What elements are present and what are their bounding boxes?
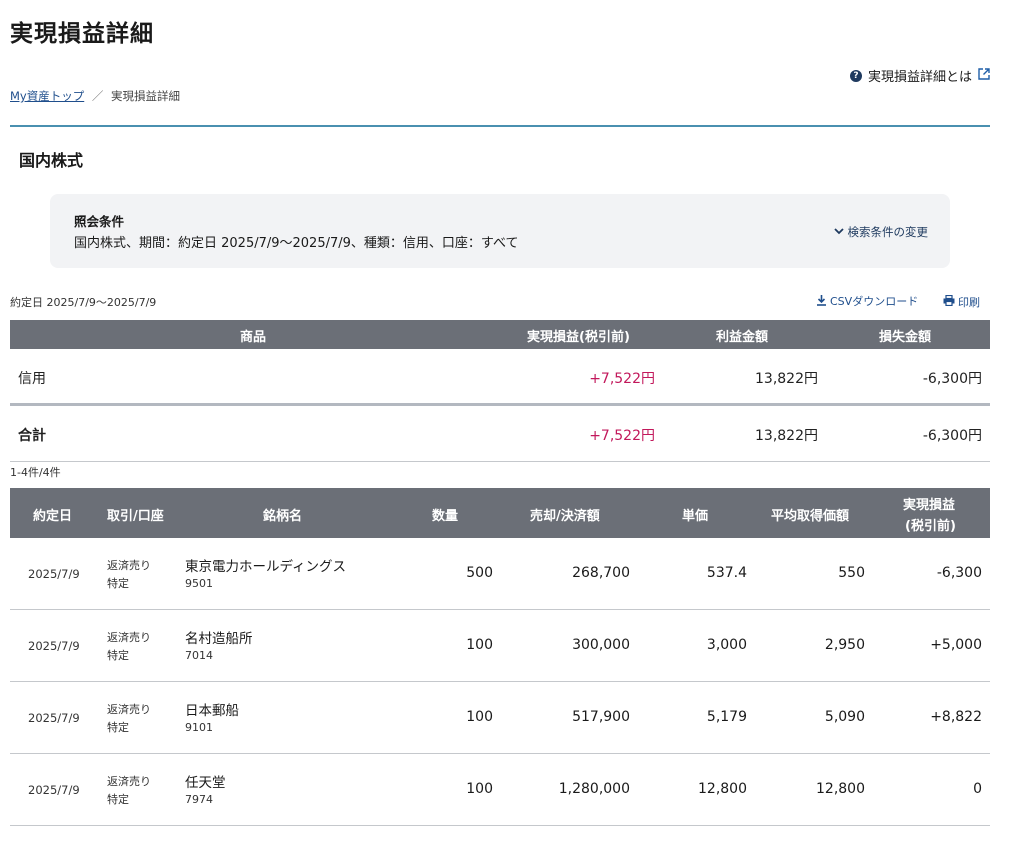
summary-row: 信用 +7,522円 13,822円 -6,300円 (10, 350, 990, 406)
row-amount: 517,900 (572, 709, 630, 725)
summary-col-loss: 損失金額 (879, 330, 932, 345)
row-price: 12,800 (698, 781, 747, 797)
summary-total-label: 合計 (18, 428, 46, 444)
date-range-text: 約定日 2025/7/9〜2025/7/9 (10, 296, 157, 309)
summary-total-loss: -6,300円 (922, 428, 982, 444)
csv-download-button[interactable]: CSVダウンロード (816, 293, 918, 309)
row-qty: 100 (466, 709, 493, 725)
breadcrumb-separator: ／ (91, 89, 104, 103)
row-name: 日本郵船 (185, 703, 239, 719)
summary-col-profit: 利益金額 (716, 330, 769, 345)
col-amount: 売却/決済額 (530, 509, 600, 524)
summary-total-pl: +7,522円 (589, 428, 655, 444)
row-qty: 100 (466, 637, 493, 653)
row-trade: 返済売り (107, 703, 151, 716)
row-account: 特定 (107, 649, 129, 662)
summary-table-header: 商品 実現損益(税引前) 利益金額 損失金額 (10, 320, 990, 349)
summary-profit: 13,822円 (755, 371, 818, 387)
row-date: 2025/7/9 (28, 711, 80, 725)
row-pl: +8,822 (930, 709, 982, 725)
row-code: 9501 (185, 577, 213, 590)
col-pl-line1: 実現損益 (903, 498, 956, 513)
row-qty: 100 (466, 781, 493, 797)
summary-col-pl: 実現損益(税引前) (527, 330, 630, 345)
result-count: 1-4件/4件 (10, 466, 61, 479)
col-price: 単価 (682, 509, 709, 524)
row-amount: 1,280,000 (558, 781, 630, 797)
row-account: 特定 (107, 793, 129, 806)
col-avg: 平均取得価額 (771, 509, 850, 524)
conditions-text: 国内株式、期間：約定日 2025/7/9〜2025/7/9、種類：信用、口座：す… (74, 236, 519, 251)
row-avg: 2,950 (824, 637, 865, 653)
row-code: 9101 (185, 721, 213, 734)
summary-pl: +7,522円 (589, 371, 655, 387)
row-pl: -6,300 (936, 565, 982, 581)
row-amount: 268,700 (572, 565, 630, 581)
page-title: 実現損益詳細 (10, 21, 154, 47)
change-conditions-button[interactable]: 検索条件の変更 (833, 224, 929, 240)
header-divider (10, 125, 990, 127)
col-qty: 数量 (432, 509, 459, 524)
row-qty: 500 (466, 565, 493, 581)
col-date: 約定日 (33, 509, 73, 524)
question-icon: ? (849, 69, 862, 82)
breadcrumb-current: 実現損益詳細 (111, 89, 181, 103)
section-title: 国内株式 (19, 151, 84, 170)
search-conditions-panel: 照会条件 国内株式、期間：約定日 2025/7/9〜2025/7/9、種類：信用… (50, 194, 950, 268)
summary-total-row: 合計 +7,522円 13,822円 -6,300円 (10, 406, 990, 462)
row-avg: 5,090 (824, 709, 865, 725)
row-price: 5,179 (706, 709, 747, 725)
row-code: 7014 (185, 649, 213, 662)
download-icon (816, 294, 827, 309)
summary-total-profit: 13,822円 (755, 428, 818, 444)
row-account: 特定 (107, 721, 129, 734)
col-trade: 取引/口座 (107, 509, 164, 524)
row-name: 名村造船所 (185, 631, 253, 647)
row-trade: 返済売り (107, 559, 151, 572)
detail-table-header: 約定日 取引/口座 銘柄名 数量 売却/決済額 単価 平均取得価額 実現損益 (… (10, 488, 990, 538)
csv-download-label: CSVダウンロード (830, 295, 919, 308)
help-link-label: 実現損益詳細とは (867, 70, 972, 85)
table-row: 2025/7/9 返済売り 特定 日本郵船 9101 100 517,900 5… (10, 682, 990, 754)
row-avg: 12,800 (816, 781, 865, 797)
row-price: 537.4 (706, 565, 747, 581)
help-link[interactable]: ? 実現損益詳細とは (849, 66, 990, 85)
row-pl: 0 (973, 781, 982, 797)
chevron-down-icon (833, 227, 844, 238)
row-trade: 返済売り (107, 775, 151, 788)
breadcrumb: My資産トップ ／ 実現損益詳細 (10, 88, 180, 104)
breadcrumb-home-link[interactable]: My資産トップ (10, 89, 84, 103)
summary-loss: -6,300円 (922, 371, 982, 387)
row-price: 3,000 (706, 637, 747, 653)
table-row: 2025/7/9 返済売り 特定 東京電力ホールディングス 9501 500 2… (10, 538, 990, 610)
row-name: 東京電力ホールディングス (185, 559, 347, 575)
col-pl-line2: (税引前) (905, 519, 956, 534)
external-link-icon (978, 68, 990, 83)
row-trade: 返済売り (107, 631, 151, 644)
row-pl: +5,000 (930, 637, 982, 653)
printer-icon (943, 294, 955, 309)
table-row: 2025/7/9 返済売り 特定 任天堂 7974 100 1,280,000 … (10, 754, 990, 826)
conditions-label: 照会条件 (74, 214, 125, 229)
print-button[interactable]: 印刷 (943, 294, 980, 310)
row-name: 任天堂 (185, 775, 226, 791)
row-code: 7974 (185, 793, 213, 806)
row-date: 2025/7/9 (28, 567, 80, 581)
row-avg: 550 (838, 565, 865, 581)
row-amount: 300,000 (572, 637, 630, 653)
summary-col-product: 商品 (240, 330, 267, 345)
change-conditions-label: 検索条件の変更 (847, 225, 929, 239)
row-date: 2025/7/9 (28, 783, 80, 797)
row-date: 2025/7/9 (28, 639, 80, 653)
print-label: 印刷 (958, 296, 980, 309)
summary-product: 信用 (18, 371, 46, 387)
table-row: 2025/7/9 返済売り 特定 名村造船所 7014 100 300,000 … (10, 610, 990, 682)
row-account: 特定 (107, 577, 129, 590)
col-name: 銘柄名 (263, 509, 303, 524)
